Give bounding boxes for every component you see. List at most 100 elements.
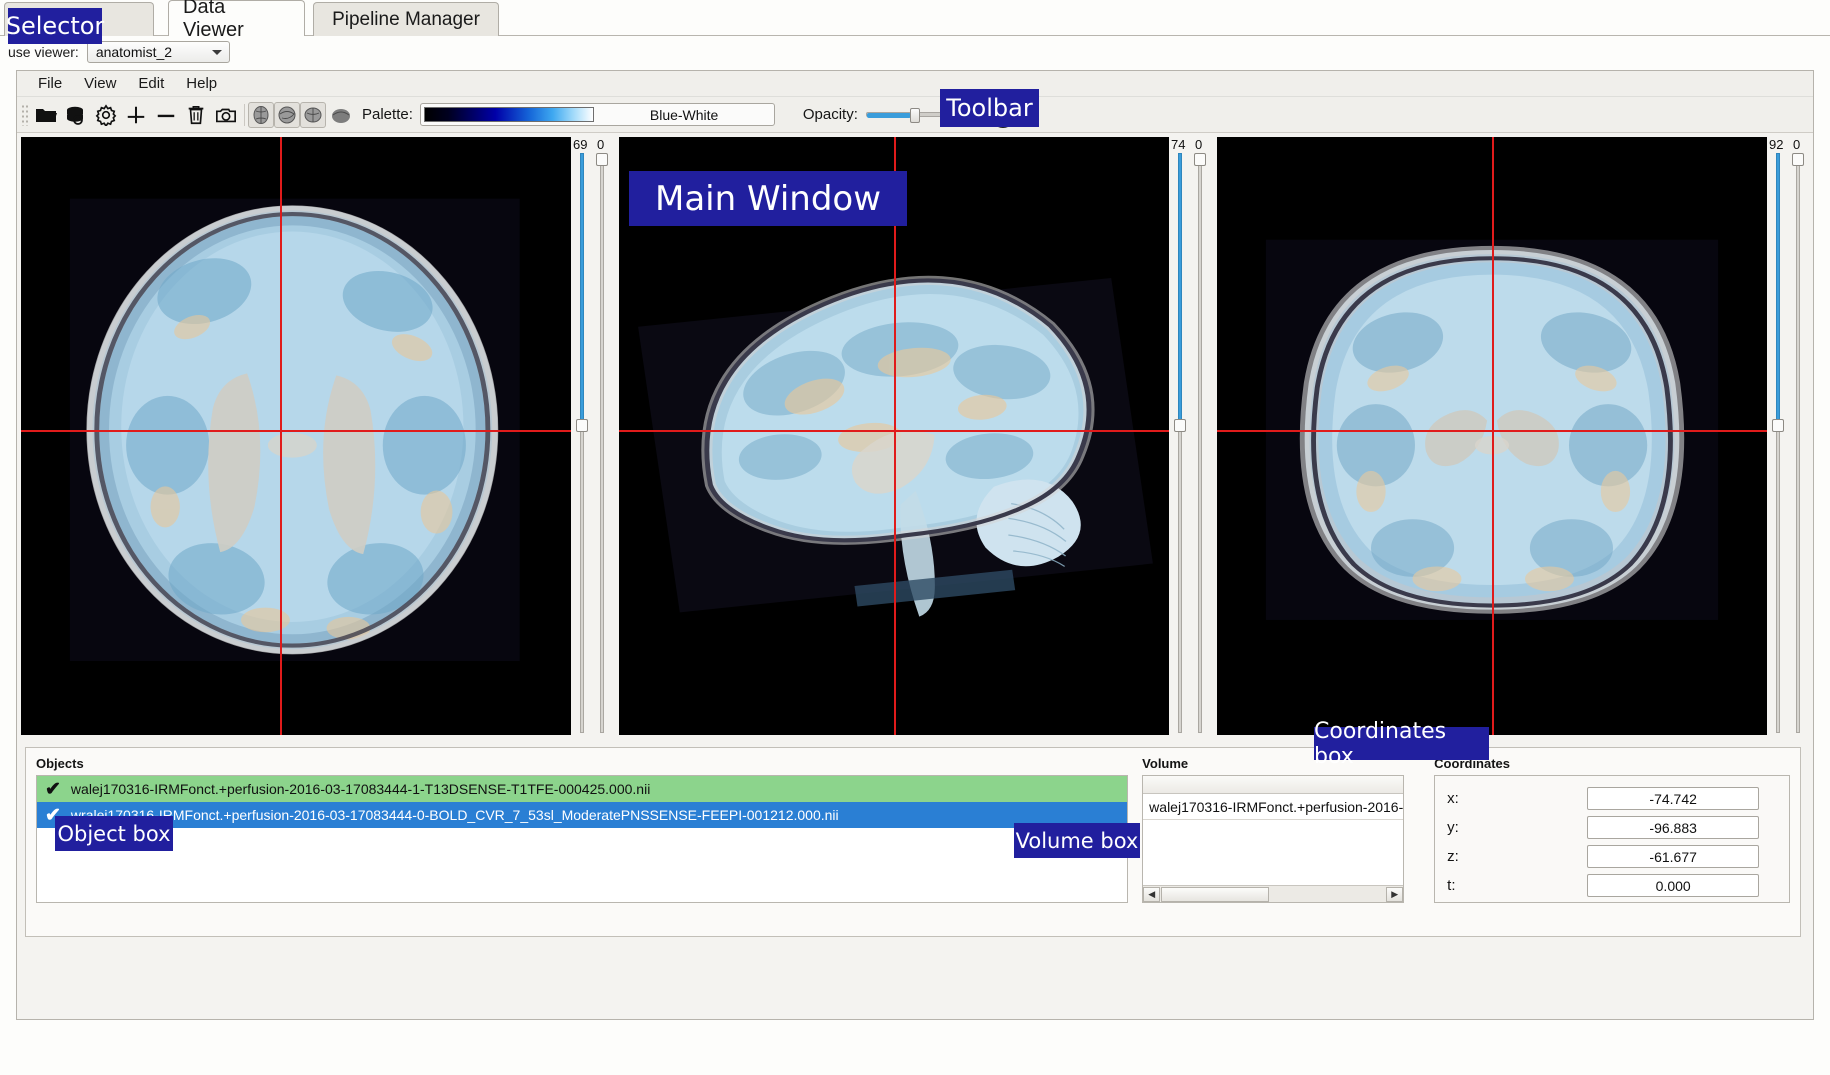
axial-slice-controls: 69 0 [571, 137, 611, 735]
scrollbar-thumb[interactable] [1161, 886, 1270, 902]
tab-data-viewer[interactable]: Data Viewer [168, 0, 305, 41]
sagittal-brain-icon[interactable] [274, 101, 300, 128]
trash-icon[interactable] [181, 100, 211, 130]
menu-file[interactable]: File [27, 73, 73, 94]
coronal-slice-fill [1776, 153, 1780, 427]
sagittal-slice-handle[interactable] [1174, 419, 1186, 432]
annotation-object-box: Object box [55, 816, 173, 851]
brain-3d-icon[interactable] [326, 100, 356, 130]
axial-view-canvas[interactable] [21, 137, 571, 735]
coronal-slice-slider[interactable] [1769, 137, 1787, 735]
menu-help-label: Help [186, 75, 218, 92]
viewer-select[interactable]: anatomist_2 [86, 41, 230, 63]
axial-brain-icon[interactable] [248, 101, 274, 128]
annotation-selector: Selector [6, 8, 104, 44]
objects-title: Objects [36, 756, 84, 771]
coordinates-section: Coordinates x: -74.742 y: -96.883 z: -61… [1434, 756, 1790, 928]
sagittal-time-track [1198, 153, 1202, 733]
coronal-slice-handle[interactable] [1772, 419, 1784, 432]
object-label: wralej170316-IRMFonct.+perfusion-2016-03… [70, 807, 839, 823]
volume-section: Volume walej170316-IRMFonct.+perfusion-2… [1142, 756, 1405, 928]
volume-list-item[interactable]: walej170316-IRMFonct.+perfusion-2016- [1143, 794, 1404, 820]
volume-horizontal-scrollbar[interactable]: ◀ ▶ [1143, 885, 1404, 902]
menu-help[interactable]: Help [175, 73, 228, 94]
tab-data-viewer-label: Data Viewer [183, 0, 244, 41]
bottom-panel: Objects ✔ walej170316-IRMFonct.+perfusio… [25, 747, 1801, 937]
open-folder-icon[interactable] [31, 100, 61, 130]
application-window: ...ser Data Viewer Pipeline Manager use … [0, 0, 1830, 1075]
scroll-right-icon[interactable]: ▶ [1386, 886, 1404, 902]
toolbar-separator [244, 103, 245, 126]
gear-icon[interactable] [91, 100, 121, 130]
sagittal-slice-fill [1178, 153, 1182, 427]
coronal-view-canvas[interactable] [1217, 137, 1767, 735]
opacity-slider-handle[interactable] [909, 107, 920, 123]
coordinates-box: x: -74.742 y: -96.883 z: -61.677 t: 0.00… [1434, 775, 1790, 903]
axial-time-slider[interactable] [593, 137, 611, 735]
database-search-icon[interactable] [61, 100, 91, 130]
axial-time-handle[interactable] [596, 153, 608, 166]
tab-pipeline-manager-label: Pipeline Manager [332, 8, 480, 30]
data-viewer-panel: File View Edit Help Palette: Blue-White … [16, 70, 1814, 1020]
opacity-slider-fill [866, 112, 911, 118]
use-viewer-label: use viewer: [8, 44, 79, 60]
t-field[interactable]: 0.000 [1587, 874, 1760, 897]
volume-list-header [1143, 776, 1404, 794]
coordinate-row-z: z: -61.677 [1447, 842, 1777, 871]
coronal-brain-icon[interactable] [300, 101, 326, 128]
palette-select[interactable]: Blue-White [419, 103, 775, 126]
menu-file-label: File [38, 75, 63, 92]
menu-view[interactable]: View [73, 73, 127, 94]
coronal-time-track [1796, 153, 1800, 733]
z-field[interactable]: -61.677 [1587, 845, 1760, 868]
t-label: t: [1447, 877, 1456, 894]
coordinate-row-y: y: -96.883 [1447, 813, 1777, 842]
sagittal-view-canvas[interactable] [619, 137, 1169, 735]
axial-crosshair-horizontal [21, 430, 571, 433]
object-label: walej170316-IRMFonct.+perfusion-2016-03-… [70, 781, 651, 797]
camera-icon[interactable] [211, 100, 241, 130]
checkmark-icon[interactable]: ✔ [45, 778, 61, 801]
sagittal-slice-controls: 74 0 [1169, 137, 1209, 735]
annotation-volume-box: Volume box [1014, 823, 1140, 858]
coronal-crosshair-horizontal [1217, 430, 1767, 433]
coronal-time-slider[interactable] [1789, 137, 1807, 735]
scroll-left-icon[interactable]: ◀ [1143, 886, 1161, 902]
y-label: y: [1447, 819, 1459, 836]
sagittal-time-handle[interactable] [1194, 153, 1206, 166]
coronal-slice-controls: 92 0 [1767, 137, 1807, 735]
x-label: x: [1447, 790, 1459, 807]
axial-slice-handle[interactable] [576, 419, 588, 432]
coronal-time-handle[interactable] [1792, 153, 1804, 166]
menu-bar: File View Edit Help [17, 71, 1813, 97]
coordinate-row-x: x: -74.742 [1447, 784, 1777, 813]
y-field[interactable]: -96.883 [1587, 816, 1760, 839]
menu-edit-label: Edit [138, 75, 165, 92]
menu-edit[interactable]: Edit [127, 73, 175, 94]
pane-sagittal: 74 0 [619, 137, 1209, 735]
x-field[interactable]: -74.742 [1587, 787, 1760, 810]
list-item[interactable]: ✔ walej170316-IRMFonct.+perfusion-2016-0… [37, 776, 1128, 802]
chevron-down-icon [211, 50, 222, 55]
main-tab-bar: ...ser Data Viewer Pipeline Manager [0, 0, 1830, 41]
pane-coronal: 92 0 [1217, 137, 1807, 735]
axial-slice-slider[interactable] [573, 137, 591, 735]
tab-pipeline-manager[interactable]: Pipeline Manager [313, 2, 499, 36]
list-item[interactable]: ✔ wralej170316-IRMFonct.+perfusion-2016-… [37, 802, 1128, 828]
plus-icon[interactable] [121, 100, 151, 130]
volume-list[interactable]: walej170316-IRMFonct.+perfusion-2016- ◀ … [1142, 775, 1405, 903]
annotation-coordinates-box: Coordinates box [1314, 719, 1489, 769]
minus-icon[interactable] [151, 100, 181, 130]
sagittal-time-slider[interactable] [1191, 137, 1209, 735]
coordinate-row-t: t: 0.000 [1447, 871, 1777, 900]
axial-time-track [600, 153, 604, 733]
axial-slice-fill [580, 153, 584, 427]
objects-list[interactable]: ✔ walej170316-IRMFonct.+perfusion-2016-0… [36, 775, 1129, 903]
viewer-selector-row: use viewer: anatomist_2 [0, 38, 1830, 66]
toolbar-drag-handle[interactable] [21, 103, 29, 126]
z-label: z: [1447, 848, 1459, 865]
objects-section: Objects ✔ walej170316-IRMFonct.+perfusio… [36, 756, 1129, 928]
sagittal-slice-slider[interactable] [1171, 137, 1189, 735]
viewer-select-value: anatomist_2 [95, 44, 173, 60]
annotation-toolbar: Toolbar [940, 89, 1039, 127]
